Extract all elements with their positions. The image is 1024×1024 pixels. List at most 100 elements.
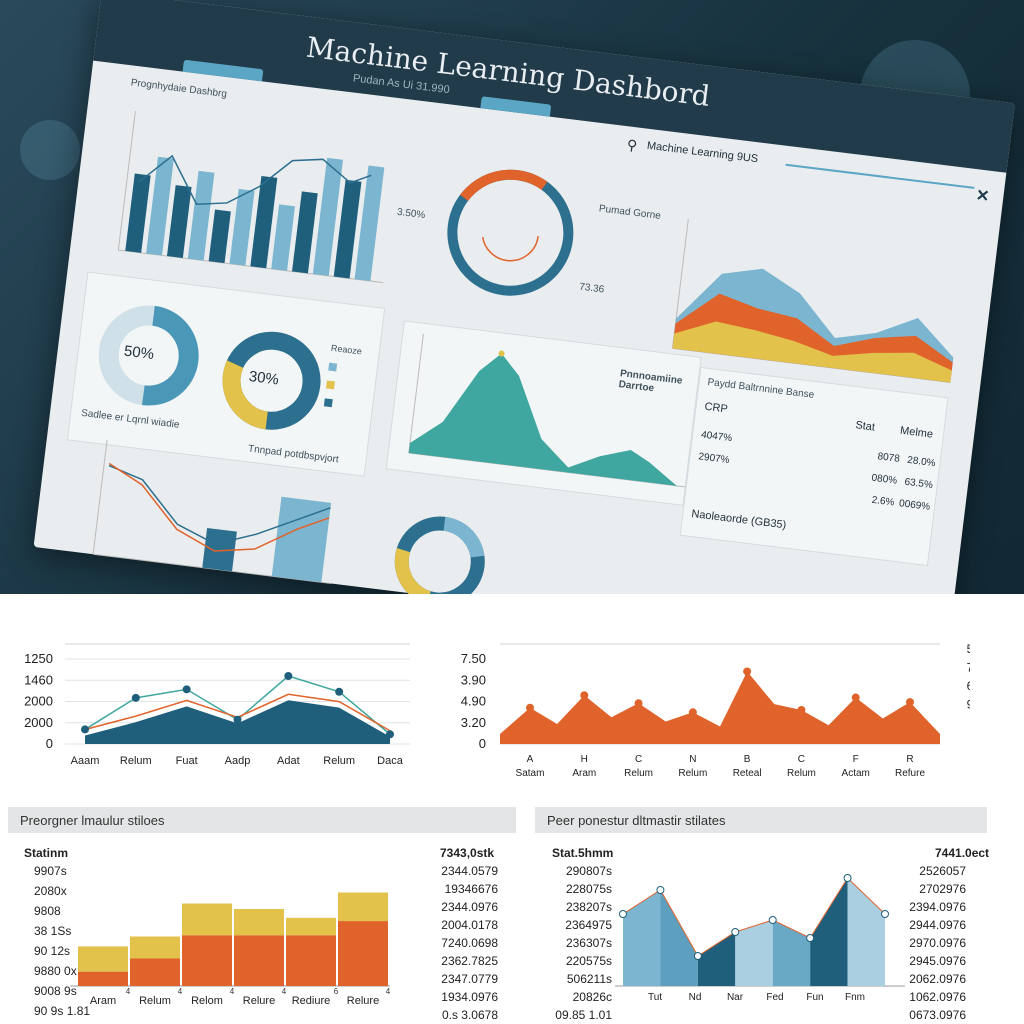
table-head-2: Stat	[854, 419, 876, 434]
panel-label: Prognhydaie Dashbrg	[130, 77, 228, 101]
tab-overview[interactable]	[182, 59, 264, 82]
x-tick-label: Relum	[139, 995, 171, 1006]
stats-table-panel: Paydd Baltrnnine Banse CRP Stat Melme 40…	[679, 366, 949, 567]
close-icon[interactable]: ✕	[975, 185, 991, 206]
row-value: 2362.7825	[441, 954, 498, 968]
row-value: 7240.0698	[441, 936, 498, 950]
range-slider[interactable]	[785, 163, 975, 189]
donut-legend: Reaoze	[323, 343, 381, 421]
data-point	[743, 667, 752, 676]
lower-section: 1250 1460 2000 2000 0 Aaam Relum Fuat Aadp Adat Re…	[0, 594, 1024, 1024]
section-title-right: Peer ponestur dltmastir stilates	[535, 807, 987, 833]
x-tick-label: Adat	[277, 755, 300, 767]
y-tick-label: 0	[46, 736, 53, 751]
row-label: 9907s	[34, 864, 67, 878]
data-point	[526, 703, 534, 712]
search-input[interactable]: Machine Learning 9US	[646, 140, 759, 166]
row-label: 38 1Ss	[34, 924, 72, 938]
data-point	[182, 685, 191, 694]
data-point	[693, 952, 702, 960]
x-tick-label: Refure	[895, 768, 925, 779]
x-tick-label: Fun	[806, 992, 823, 1003]
row-value: 2344.0579	[441, 864, 498, 878]
area2-header-left: Stat.5hmm	[552, 846, 614, 860]
ring-label-left: 3.50%	[396, 206, 426, 222]
row-label: 290807s	[565, 864, 612, 878]
lower-area-chart: 7.503.904.903.20056m75m60m96m7578ASatamH…	[461, 642, 970, 779]
y2-tick-label: 56m	[967, 642, 970, 656]
x-tick-label: Fed	[766, 992, 783, 1003]
data-point	[906, 698, 914, 707]
data-point	[768, 916, 777, 924]
data-point	[843, 874, 852, 882]
x-tick-label: Relom	[191, 995, 223, 1006]
row-label: 506211s	[566, 972, 612, 986]
row-label: 90 12s	[34, 944, 71, 958]
x-tick: 4	[178, 987, 183, 996]
area-series	[500, 671, 940, 744]
row-value: 2344.0976	[441, 900, 498, 914]
bar-segment-bottom	[182, 935, 232, 986]
table-cell: 28.0%	[906, 454, 937, 469]
top-bar-chart	[117, 111, 385, 284]
donut-left-value: 50%	[123, 342, 155, 364]
legend-swatch	[328, 362, 338, 372]
table-cell: 63.5%	[903, 476, 934, 491]
lower-area2-chart: Tut Nd Nar Fed Fun Fnm	[615, 874, 905, 1003]
x-tick-label: B	[744, 754, 751, 765]
tab-models[interactable]	[480, 96, 552, 117]
table-head-3: Melme	[899, 424, 934, 441]
data-point	[656, 886, 665, 894]
legend-swatch	[326, 380, 335, 390]
data-point	[386, 730, 394, 739]
y-tick-label: 2000	[24, 694, 53, 709]
mixed-bar	[271, 496, 332, 583]
bars-header-left: Statinm	[24, 846, 69, 860]
x-tick-label: F	[853, 754, 859, 765]
bars-header-right: 7343,0stk	[440, 846, 495, 860]
area-segment	[772, 920, 811, 986]
row-value: 0673.0976	[909, 1008, 966, 1022]
x-tick-label: Relure	[243, 995, 275, 1006]
legend-swatch	[323, 397, 333, 407]
x-tick-label: A	[527, 754, 534, 765]
bar-segment-bottom	[78, 971, 128, 986]
table-footer: Naoleaorde (GB35)	[690, 507, 787, 532]
row-label: 2364975	[565, 918, 612, 932]
area-segment	[847, 878, 885, 986]
row-label: 09.85 1.01	[555, 1008, 612, 1022]
row-label: 90 9s 1.81	[34, 1004, 91, 1018]
bar-segment-top	[286, 917, 336, 936]
top-bar	[292, 191, 318, 274]
row-value: 19346676	[444, 882, 498, 896]
row-value: 2394.0976	[909, 900, 966, 914]
x-tick-label: Aram	[572, 768, 596, 779]
table-head-1: CRP	[703, 400, 729, 416]
y2-tick-label: 96m	[967, 697, 970, 711]
x-tick-label: Relum	[678, 768, 707, 779]
data-point	[619, 910, 627, 918]
data-point	[688, 708, 697, 717]
x-tick-label: Nar	[727, 992, 744, 1003]
table-cell	[696, 478, 785, 489]
x-tick-label: Tut	[648, 992, 662, 1003]
area2-header-right: 7441.0ect	[935, 846, 990, 860]
row-label: 228075s	[565, 882, 612, 896]
row-value: 1062.0976	[909, 990, 966, 1004]
search-icon[interactable]: ⚲	[626, 136, 638, 154]
bar-segment-top	[130, 936, 180, 959]
row-value: 1934.0976	[441, 990, 498, 1004]
x-tick-label: Actam	[842, 768, 870, 779]
x-tick-label: C	[798, 754, 805, 765]
y-tick-label: 1460	[24, 672, 53, 687]
donut-right-value: 30%	[247, 367, 280, 389]
row-value: 2526057	[919, 864, 966, 878]
data-point	[580, 691, 589, 700]
area-segment	[660, 890, 698, 986]
x-tick-label: Fnm	[845, 992, 865, 1003]
lower-line-chart: 1250 1460 2000 2000 0 Aaam Relum Fuat Aadp Adat Re…	[24, 643, 410, 767]
bar-segment-bottom	[286, 935, 336, 986]
area-segment	[810, 878, 848, 986]
row-label: 20826c	[572, 990, 612, 1004]
bar-segment-bottom	[338, 921, 388, 986]
